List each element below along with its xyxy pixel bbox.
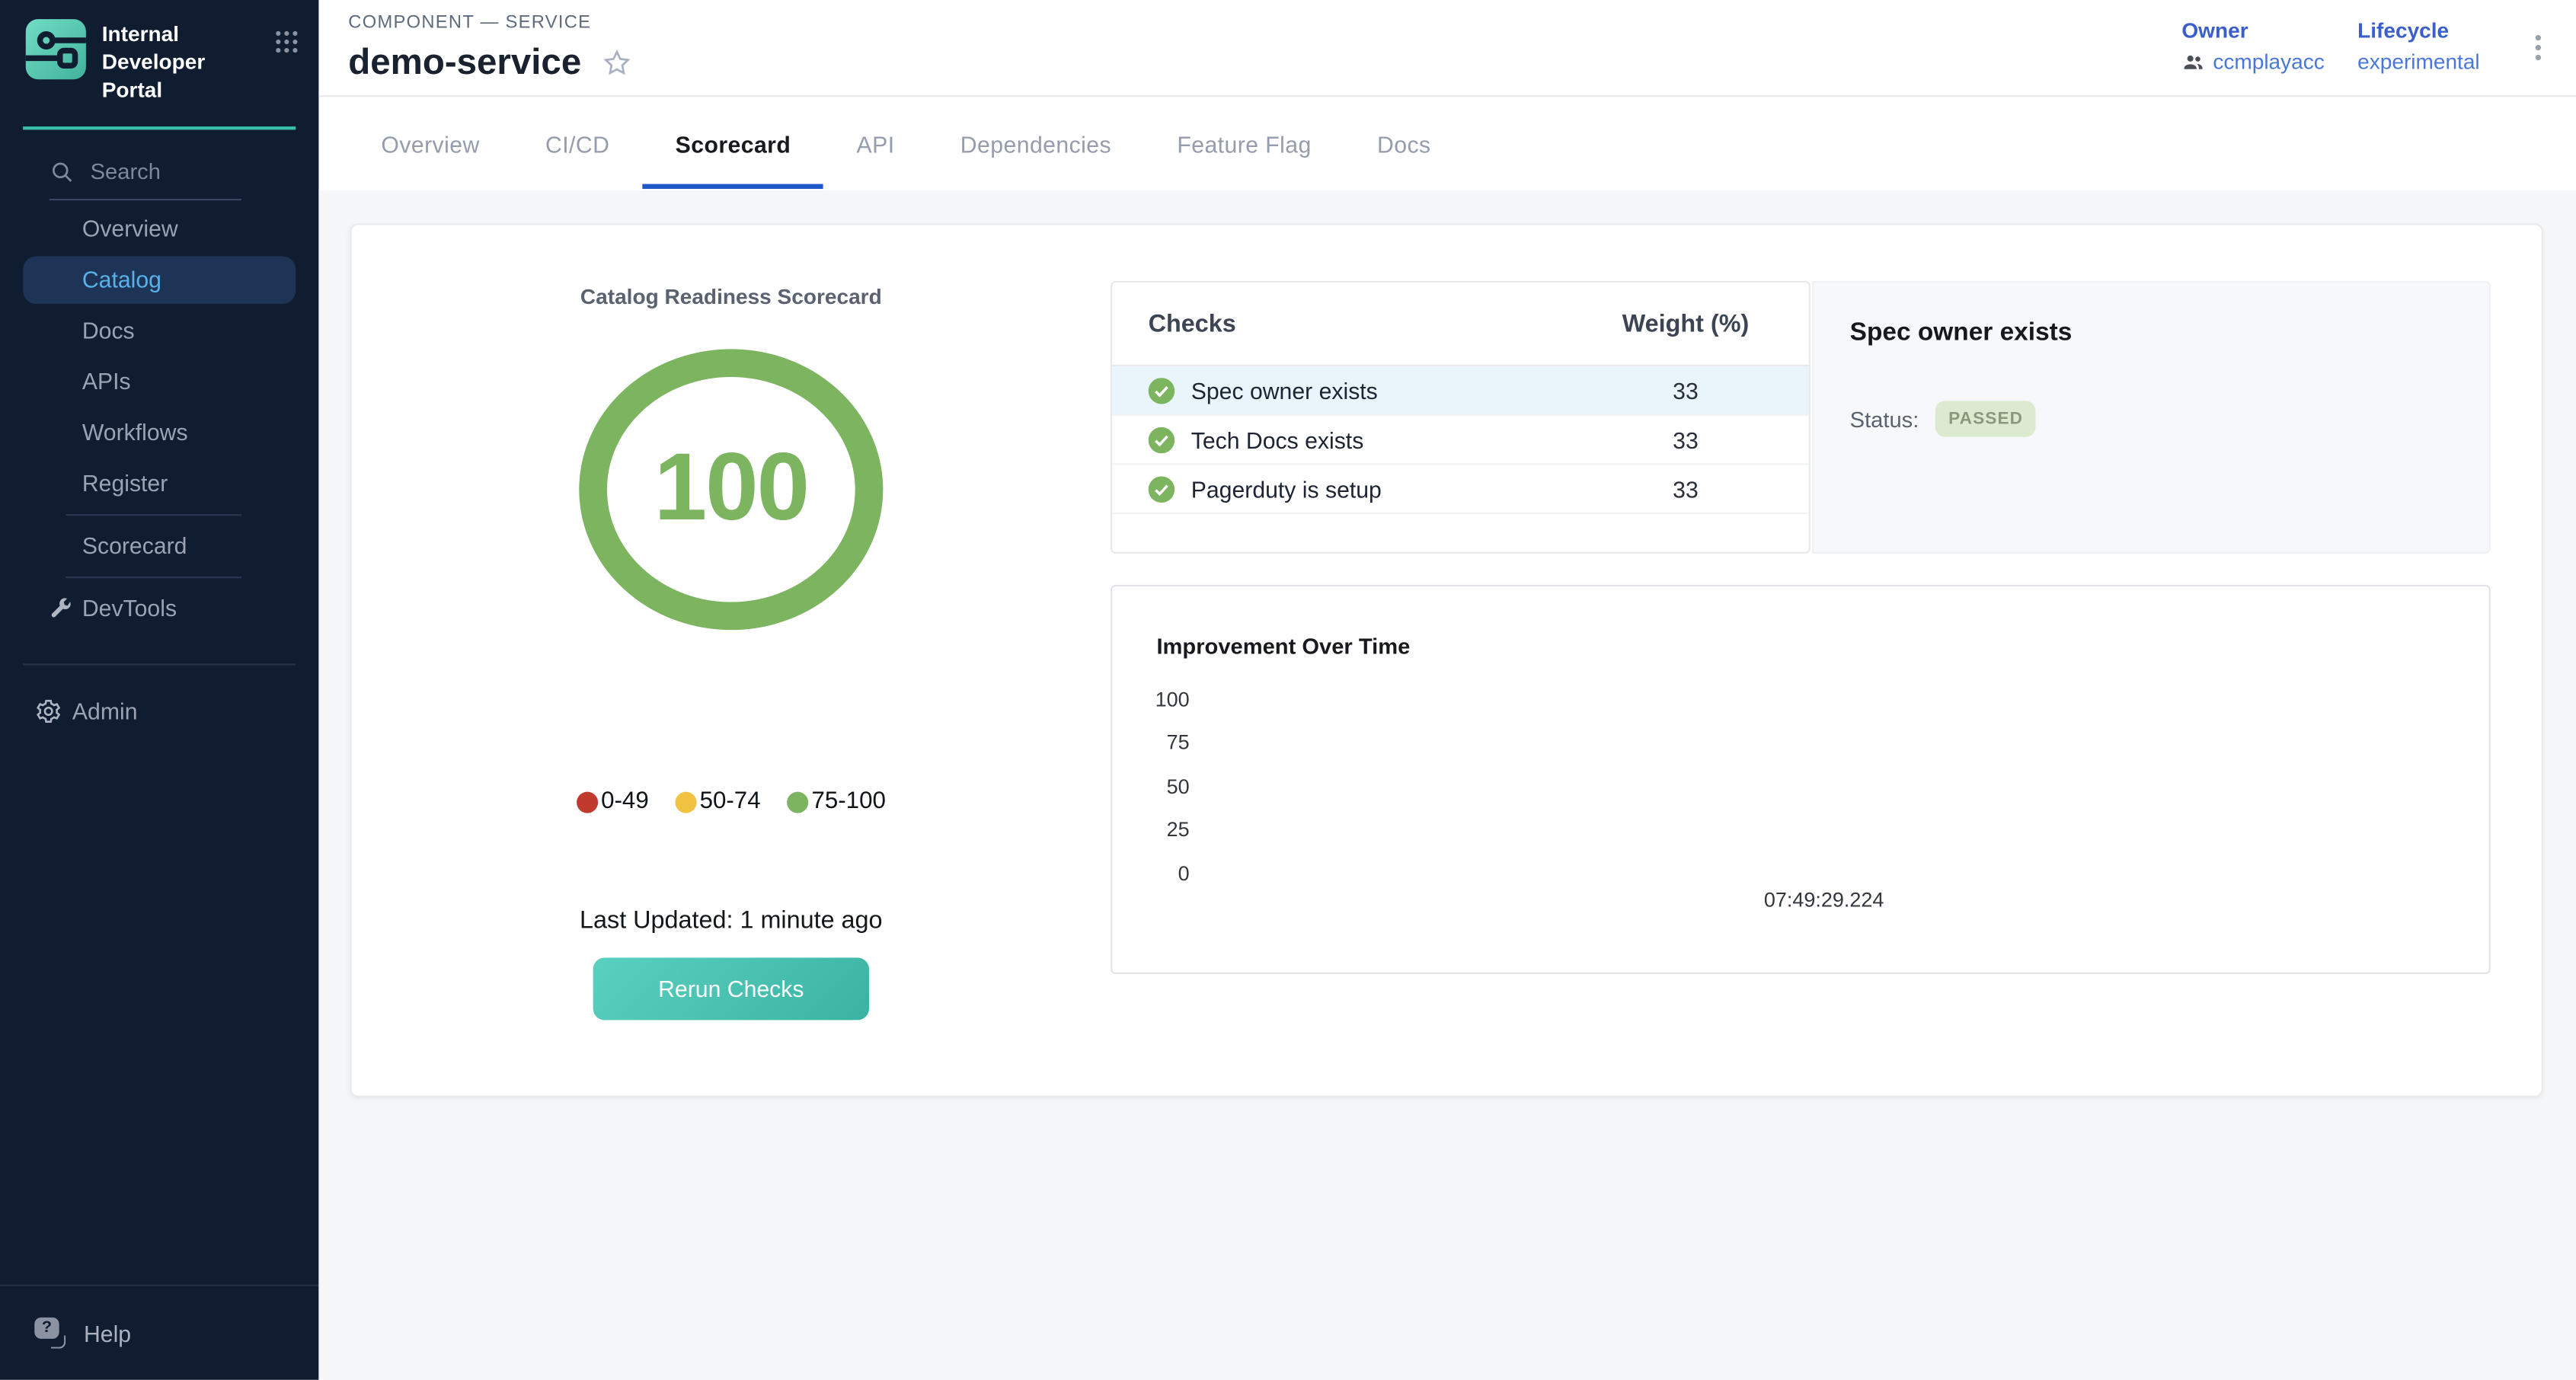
wrench-icon	[48, 596, 72, 620]
search-input[interactable]: Search	[50, 152, 241, 200]
legend-item-high: 75-100	[787, 788, 886, 815]
sidebar-item-workflows[interactable]: Workflows	[0, 407, 318, 458]
y-tick: 25	[1112, 818, 1189, 841]
status-label: Status:	[1850, 407, 1919, 431]
entity-tabs: Overview CI/CD Scorecard API Dependencie…	[348, 97, 1463, 190]
nav-divider	[66, 576, 241, 577]
scorecard-panel: Catalog Readiness Scorecard 100 0-49	[350, 223, 2542, 1097]
last-updated-text: Last Updated: 1 minute ago	[352, 907, 1111, 935]
owner-meta: Owner ccmplayacc	[2181, 18, 2324, 74]
sidebar-item-devtools[interactable]: DevTools	[0, 583, 318, 634]
gear-icon	[34, 698, 62, 726]
green-dot-icon	[787, 791, 808, 813]
sidebar-item-catalog[interactable]: Catalog	[23, 256, 296, 304]
sidebar-item-register[interactable]: Register	[0, 458, 318, 509]
chart-plot-area	[1211, 685, 2456, 874]
app-window: Internal Developer Portal Search Overvie…	[0, 0, 2576, 1380]
main-area: COMPONENT — SERVICE demo-service Owner	[318, 0, 2576, 1380]
favorite-star-icon[interactable]	[601, 46, 632, 78]
sidebar: Internal Developer Portal Search Overvie…	[0, 0, 318, 1380]
y-tick: 100	[1112, 688, 1189, 711]
sidebar-item-overview[interactable]: Overview	[0, 203, 318, 254]
entity-kind-breadcrumb: COMPONENT — SERVICE	[348, 13, 591, 33]
sidebar-item-scorecard[interactable]: Scorecard	[0, 520, 318, 571]
sidebar-item-help[interactable]: ? Help	[0, 1285, 318, 1380]
tab-dependencies[interactable]: Dependencies	[928, 97, 1145, 190]
y-tick: 50	[1112, 775, 1189, 798]
entity-header: COMPONENT — SERVICE demo-service Owner	[318, 0, 2576, 97]
lifecycle-meta: Lifecycle experimental	[2357, 18, 2480, 74]
chart-title: Improvement Over Time	[1156, 634, 1410, 659]
lifecycle-label: Lifecycle	[2357, 18, 2480, 43]
tab-scorecard[interactable]: Scorecard	[643, 97, 824, 190]
score-column: Catalog Readiness Scorecard 100 0-49	[352, 225, 1111, 1098]
status-badge: PASSED	[1935, 401, 2036, 436]
search-icon	[50, 159, 74, 184]
legend-item-mid: 50-74	[675, 788, 760, 815]
sidebar-item-docs[interactable]: Docs	[0, 305, 318, 356]
score-legend: 0-49 50-74 75-100	[352, 788, 1111, 815]
portal-logo-icon	[23, 17, 88, 82]
brand-divider	[23, 126, 296, 129]
y-tick: 75	[1112, 731, 1189, 754]
help-chat-icon: ?	[34, 1318, 67, 1349]
nav-divider	[23, 663, 296, 665]
lifecycle-value: experimental	[2357, 50, 2480, 74]
check-circle-icon	[1149, 377, 1175, 404]
weight-header-label: Weight (%)	[1562, 310, 1809, 338]
tab-overview[interactable]: Overview	[348, 97, 513, 190]
check-detail-title: Spec owner exists	[1850, 318, 2453, 348]
owner-label: Owner	[2181, 18, 2324, 43]
nav-divider	[66, 513, 241, 515]
rerun-checks-button[interactable]: Rerun Checks	[593, 957, 869, 1020]
check-detail-panel: Spec owner exists Status: PASSED	[1812, 281, 2491, 554]
x-tick: 07:49:29.224	[1764, 889, 1884, 912]
group-icon	[2181, 50, 2204, 73]
scorecard-title: Catalog Readiness Scorecard	[352, 284, 1111, 308]
check-circle-icon	[1149, 475, 1175, 502]
tab-feature-flag[interactable]: Feature Flag	[1144, 97, 1344, 190]
check-circle-icon	[1149, 426, 1175, 453]
red-dot-icon	[577, 791, 598, 813]
sidebar-nav: Overview Catalog Docs APIs Workflows Reg…	[0, 203, 318, 737]
sidebar-item-apis[interactable]: APIs	[0, 356, 318, 407]
score-value: 100	[575, 433, 887, 543]
checks-header-label: Checks	[1112, 310, 1562, 338]
brand-header: Internal Developer Portal	[0, 0, 318, 118]
sidebar-item-admin[interactable]: Admin	[0, 686, 318, 737]
check-row[interactable]: Tech Docs exists 33	[1112, 416, 1809, 465]
checks-table: Checks Weight (%) Spec owner exists 33	[1111, 281, 1811, 554]
tab-api[interactable]: API	[823, 97, 927, 190]
score-gauge: 100	[575, 343, 887, 636]
check-row[interactable]: Pagerduty is setup 33	[1112, 465, 1809, 514]
page-title: demo-service	[348, 41, 581, 84]
amber-dot-icon	[675, 791, 696, 813]
owner-value-link[interactable]: ccmplayacc	[2213, 50, 2325, 74]
tab-cicd[interactable]: CI/CD	[513, 97, 643, 190]
portal-title: Internal Developer Portal	[102, 17, 247, 105]
checks-table-header: Checks Weight (%)	[1112, 283, 1809, 366]
check-row[interactable]: Spec owner exists 33	[1112, 366, 1809, 416]
y-tick: 0	[1112, 862, 1189, 885]
tab-content: Catalog Readiness Scorecard 100 0-49	[318, 190, 2576, 1380]
search-placeholder: Search	[91, 159, 161, 184]
improvement-chart: Improvement Over Time 100 75 50 25 0 07:…	[1111, 585, 2491, 974]
apps-grid-icon[interactable]	[274, 30, 299, 62]
kebab-menu-icon[interactable]	[2523, 30, 2553, 74]
legend-item-low: 0-49	[577, 788, 649, 815]
tab-docs[interactable]: Docs	[1344, 97, 1464, 190]
